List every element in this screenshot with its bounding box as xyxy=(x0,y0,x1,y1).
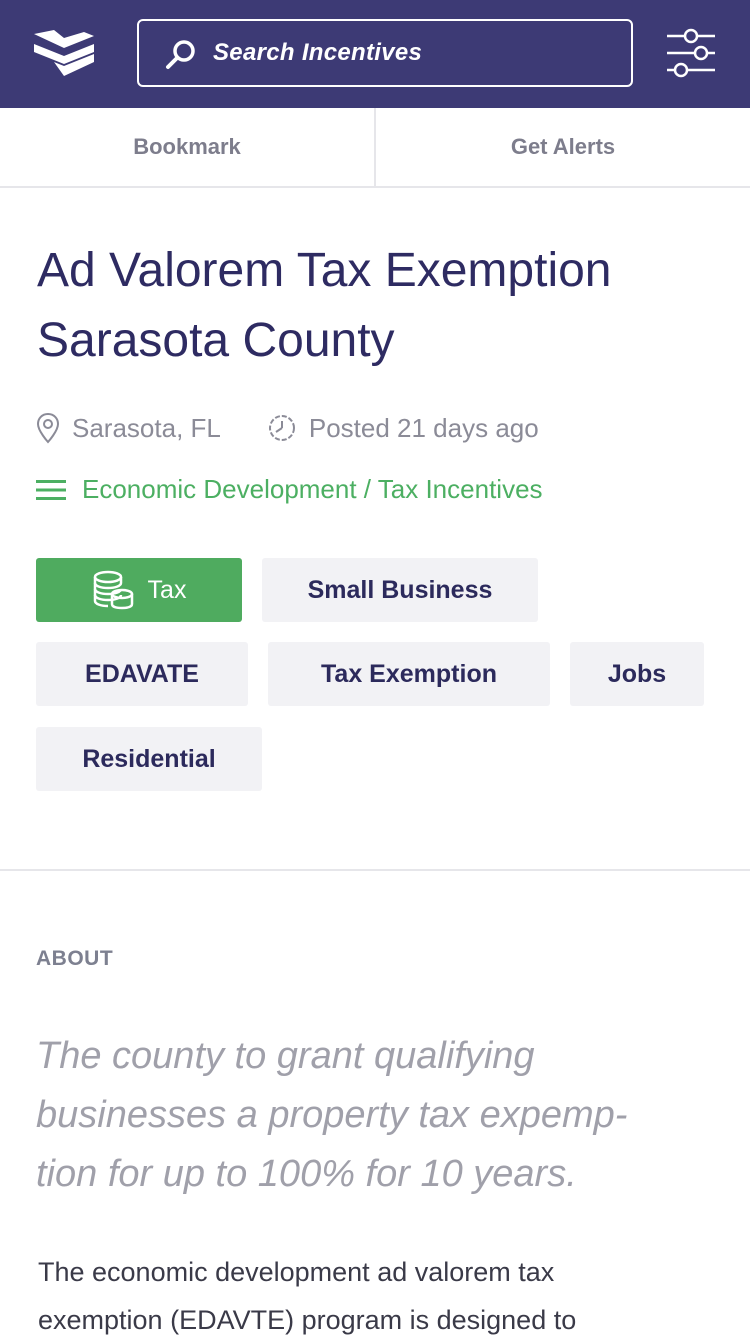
bookmark-button[interactable]: Bookmark xyxy=(0,108,376,186)
lead-line-1: The county to grant qualifying xyxy=(36,1035,535,1077)
tag-label: EDAVATE xyxy=(85,659,199,688)
tag-label: Residential xyxy=(82,744,216,773)
body-line-1: The economic development ad valorem tax xyxy=(38,1257,555,1287)
about-heading: ABOUT xyxy=(36,947,114,970)
sliders-icon[interactable] xyxy=(665,28,717,78)
tag-edavate[interactable]: EDAVATE xyxy=(36,642,248,706)
location: Sarasota, FL xyxy=(36,412,221,444)
location-text: Sarasota, FL xyxy=(72,412,221,443)
action-row: Bookmark Get Alerts xyxy=(0,108,750,188)
tag-label: Jobs xyxy=(607,659,667,688)
lead-line-3: tion for up to 100% for 10 years. xyxy=(36,1153,577,1195)
coins-icon xyxy=(93,570,133,610)
posted-text: Posted 21 days ago xyxy=(308,412,539,443)
location-pin-icon xyxy=(36,412,60,444)
search-box[interactable]: Search Incentives xyxy=(137,19,633,87)
body-line-2: exemption (EDAVTE) program is designed t… xyxy=(38,1305,577,1335)
title-line-2: Sarasota County xyxy=(37,314,395,367)
about-body: The economic development ad valorem tax … xyxy=(38,1248,718,1344)
bookmark-label: Bookmark xyxy=(133,134,241,159)
category-text: Economic Development / Tax Incentives xyxy=(82,474,543,504)
search-icon xyxy=(166,40,195,69)
tag-label: Tax Exemption xyxy=(321,659,497,688)
tag-tax-exemption[interactable]: Tax Exemption xyxy=(268,642,550,706)
brand-logo-icon[interactable] xyxy=(32,26,96,78)
tag-tax[interactable]: Tax xyxy=(36,558,242,622)
tag-small-business[interactable]: Small Business xyxy=(262,558,538,622)
tag-label: Small Business xyxy=(307,575,493,604)
get-alerts-button[interactable]: Get Alerts xyxy=(376,108,750,186)
menu-icon xyxy=(36,479,66,500)
clock-icon xyxy=(268,415,295,441)
about-lead: The county to grant qualifying businesse… xyxy=(36,1027,716,1204)
page-title: Ad Valorem Tax Exemption Sarasota County xyxy=(37,236,727,376)
posted-date: Posted 21 days ago xyxy=(267,413,539,444)
get-alerts-label: Get Alerts xyxy=(510,134,616,159)
search-placeholder: Search Incentives xyxy=(213,39,423,66)
title-line-1: Ad Valorem Tax Exemption xyxy=(37,244,612,297)
tag-jobs[interactable]: Jobs xyxy=(570,642,704,706)
tag-residential[interactable]: Residential xyxy=(36,727,262,791)
category-breadcrumb[interactable]: Economic Development / Tax Incentives xyxy=(36,474,543,505)
lead-line-2: businesses a property tax expemp- xyxy=(36,1094,628,1136)
tag-label: Tax xyxy=(147,575,187,604)
section-divider xyxy=(0,869,750,871)
top-navigation-bar: Search Incentives xyxy=(0,0,750,108)
listing-meta: Sarasota, FL Posted 21 days ago xyxy=(36,406,539,450)
